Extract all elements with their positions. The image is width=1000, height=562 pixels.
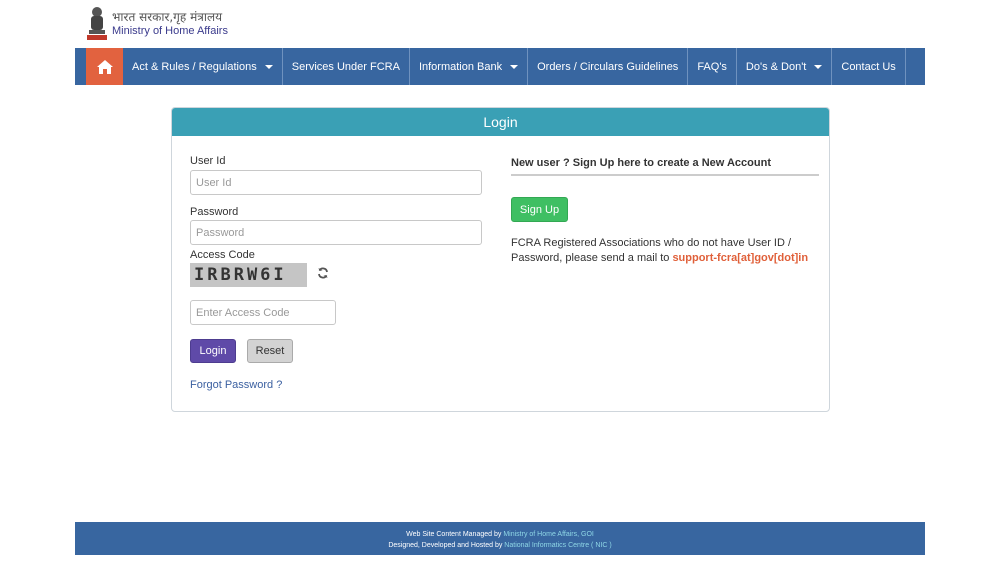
nav-item-services[interactable]: Services Under FCRA xyxy=(283,48,410,85)
login-button[interactable]: Login xyxy=(190,339,236,363)
nav-item-label: Do's & Don't xyxy=(745,60,807,73)
brand-hindi-text: भारत सरकार,गृह मंत्रालय xyxy=(112,10,223,24)
caret-down-icon xyxy=(264,64,273,69)
caret-down-icon xyxy=(814,64,823,69)
password-input[interactable] xyxy=(190,220,482,245)
site-header: भारत सरकार,गृह मंत्रालय Ministry of Home… xyxy=(86,4,228,44)
nav-item-label: Contact Us xyxy=(841,60,896,73)
user-id-label: User Id xyxy=(190,155,226,167)
footer-line-2: Designed, Developed and Hosted by Nation… xyxy=(75,540,925,551)
sign-up-button[interactable]: Sign Up xyxy=(511,197,568,222)
home-icon xyxy=(96,59,113,74)
access-code-label: Access Code xyxy=(190,249,255,261)
registration-note: FCRA Registered Associations who do not … xyxy=(511,236,811,266)
forgot-password-link[interactable]: Forgot Password ? xyxy=(190,379,282,391)
nav-item-dos-donts[interactable]: Do's & Don't xyxy=(737,48,833,85)
nav-item-label: Information Bank xyxy=(418,60,503,73)
user-id-input[interactable] xyxy=(190,170,482,195)
home-button[interactable] xyxy=(86,48,123,85)
nav-item-orders-circulars[interactable]: Orders / Circulars Guidelines xyxy=(528,48,689,85)
footer-line-1: Web Site Content Managed by Ministry of … xyxy=(75,529,925,540)
footer-nic-link[interactable]: National Informatics Centre ( NIC ) xyxy=(504,542,611,549)
login-panel-title: Login xyxy=(172,108,829,136)
password-label: Password xyxy=(190,206,239,218)
new-user-heading: New user ? Sign Up here to create a New … xyxy=(511,157,819,176)
nav-item-label: Services Under FCRA xyxy=(291,60,400,73)
nav-item-act-rules[interactable]: Act & Rules / Regulations xyxy=(123,48,283,85)
footer-hosted-by-text: Designed, Developed and Hosted by xyxy=(388,542,503,549)
captcha-text: IRBRW6I xyxy=(194,265,287,285)
refresh-icon[interactable] xyxy=(317,267,329,279)
nav-item-label: Act & Rules / Regulations xyxy=(132,60,257,73)
footer-mha-link[interactable]: Ministry of Home Affairs, GOI xyxy=(503,531,594,538)
caret-down-icon xyxy=(510,64,519,69)
site-footer: Web Site Content Managed by Ministry of … xyxy=(75,522,925,555)
nav-item-information-bank[interactable]: Information Bank xyxy=(410,48,529,85)
access-code-input[interactable] xyxy=(190,300,336,325)
brand-english-text: Ministry of Home Affairs xyxy=(112,25,228,37)
nav-item-contact-us[interactable]: Contact Us xyxy=(832,48,906,85)
national-emblem-icon xyxy=(87,7,107,40)
main-navigation: Act & Rules / Regulations Services Under… xyxy=(75,48,925,85)
nav-item-label: FAQ's xyxy=(697,60,727,73)
nav-item-faqs[interactable]: FAQ's xyxy=(688,48,737,85)
reset-button[interactable]: Reset xyxy=(247,339,293,363)
captcha-image: IRBRW6I xyxy=(190,263,307,287)
support-email-link[interactable]: support-fcra[at]gov[dot]in xyxy=(672,252,808,264)
login-panel: Login User Id Password Access Code IRBRW… xyxy=(171,107,830,412)
nav-item-label: Orders / Circulars Guidelines xyxy=(537,60,679,73)
footer-managed-by-text: Web Site Content Managed by xyxy=(406,531,502,538)
